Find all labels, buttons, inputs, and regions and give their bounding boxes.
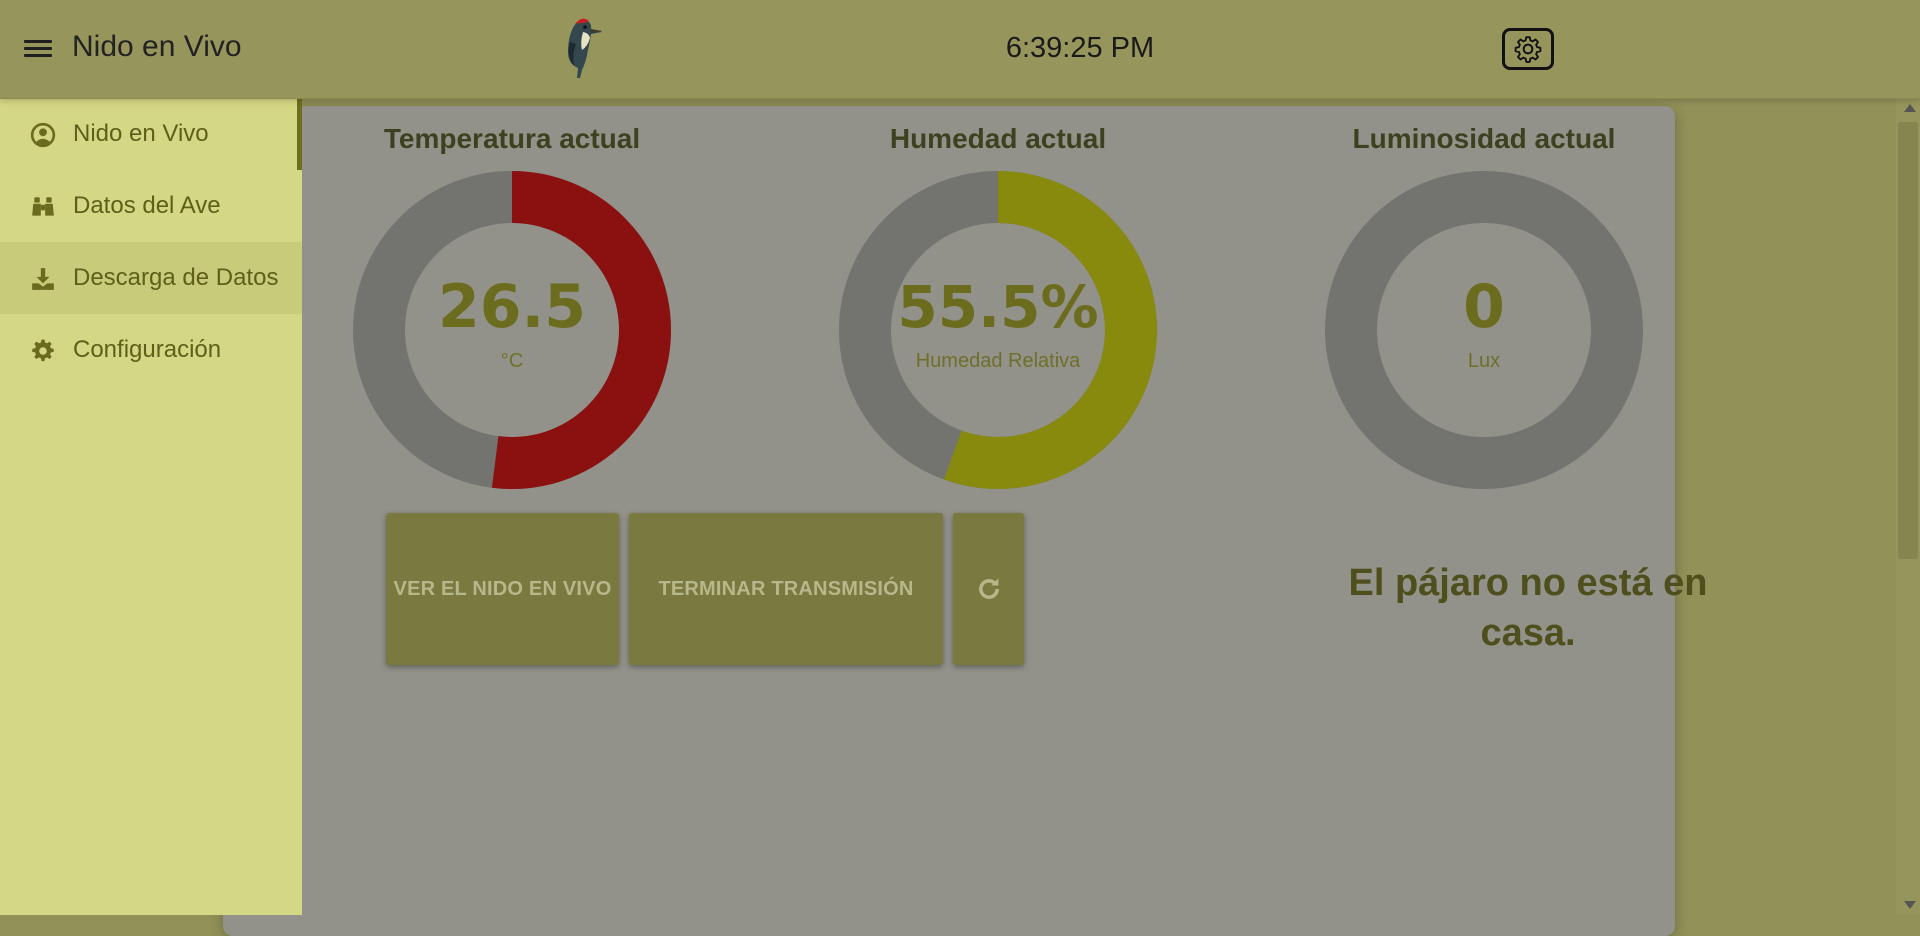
light-donut: 0 Lux (1325, 171, 1643, 489)
gauge-title: Temperatura actual (383, 123, 641, 154)
temperature-gauge: Temperatura actual 26.5 °C (347, 106, 677, 495)
drawer-item-descarga-de-datos[interactable]: Descarga de Datos (0, 242, 302, 314)
gauge-value: 26.5 (438, 272, 586, 342)
top-app-bar: Nido en Vivo 6:39:25 PM (0, 0, 1920, 99)
hamburger-menu-icon[interactable] (24, 36, 58, 64)
gauge-value: 0 (1463, 272, 1505, 342)
gauge-unit: Lux (1468, 350, 1500, 372)
drawer-item-label: Configuración (73, 336, 222, 363)
gauge-title: Luminosidad actual (1352, 123, 1616, 154)
gauge-unit: Humedad Relativa (916, 350, 1081, 372)
humidity-donut: 55.5% Humedad Relativa (839, 171, 1157, 489)
woodpecker-logo (568, 18, 602, 78)
refresh-icon (978, 578, 999, 599)
humidity-gauge: Humedad actual 55.5% Humedad Relativa (833, 106, 1163, 495)
dashboard-card: Temperatura actual 26.5 °C Humedad actua… (223, 106, 1708, 936)
navigation-drawer: Nido en Vivo Datos del Ave Descarga de D… (0, 98, 302, 915)
drawer-item-configuracion[interactable]: Configuración (0, 314, 302, 386)
settings-button[interactable] (1502, 28, 1554, 70)
stop-stream-button[interactable]: TERMINAR TRANSMISIÓN (629, 513, 943, 665)
scroll-up-arrow-icon[interactable] (1904, 104, 1916, 112)
bird-status-message: El pájaro no está en casa. (1348, 562, 1708, 654)
gear-icon (1514, 36, 1542, 63)
clock: 6:39:25 PM (1005, 32, 1155, 64)
drawer-item-label: Descarga de Datos (73, 264, 279, 291)
drawer-item-label: Datos del Ave (73, 192, 221, 219)
drawer-item-datos-del-ave[interactable]: Datos del Ave (0, 170, 302, 242)
watch-live-button[interactable]: VER EL NIDO EN VIVO (386, 513, 619, 665)
app-title: Nido en Vivo (72, 30, 242, 63)
user-circle-icon (30, 122, 56, 148)
temperature-donut: 26.5 °C (353, 171, 671, 489)
binoculars-icon (32, 197, 54, 216)
gauge-value: 55.5% (897, 273, 1098, 341)
scroll-down-arrow-icon[interactable] (1904, 901, 1916, 909)
gauge-unit: °C (501, 350, 523, 372)
scroll-thumb[interactable] (1898, 122, 1918, 559)
refresh-button[interactable] (953, 513, 1024, 665)
page-scrollbar[interactable] (1896, 98, 1920, 915)
light-gauge: Luminosidad actual 0 Lux (1319, 106, 1649, 495)
gear-icon (32, 339, 54, 362)
download-icon (32, 268, 54, 290)
drawer-item-nido-en-vivo[interactable]: Nido en Vivo (0, 98, 302, 170)
gauge-title: Humedad actual (889, 123, 1107, 154)
drawer-item-label: Nido en Vivo (73, 120, 209, 147)
